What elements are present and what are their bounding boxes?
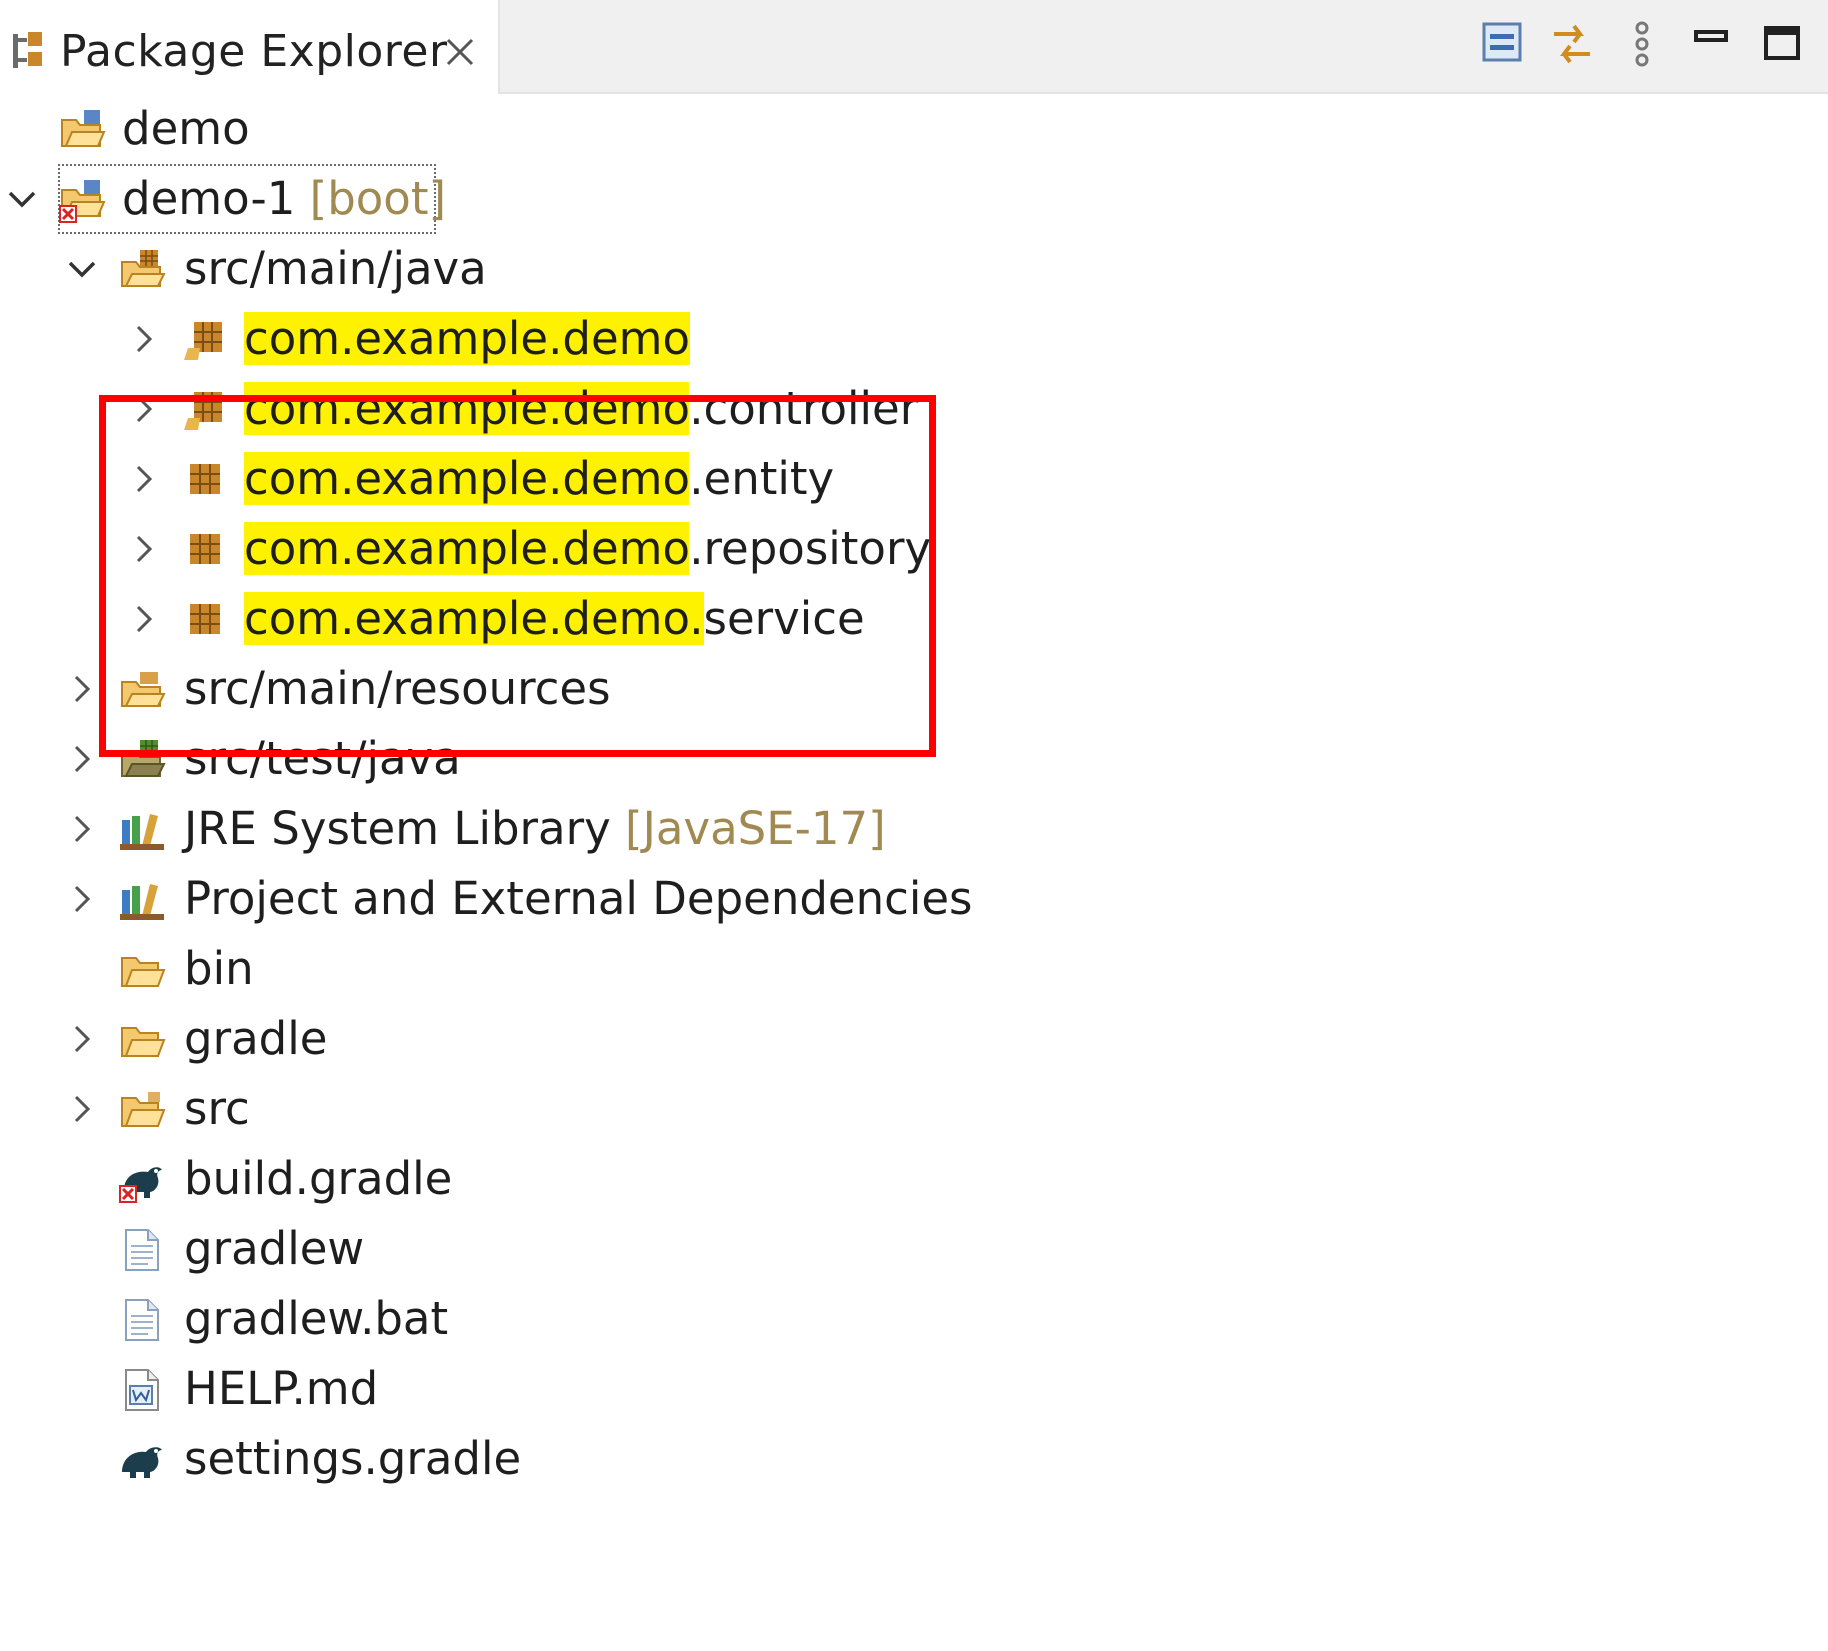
chevron-right-icon[interactable] bbox=[126, 531, 162, 567]
jre-version-decoration: [JavaSE-17] bbox=[625, 802, 886, 855]
package-explorer-tab[interactable]: Package Explorer bbox=[0, 0, 500, 94]
tree-item-help-md[interactable]: HELP.md bbox=[0, 1354, 1828, 1424]
tree-item-src-folder[interactable]: src bbox=[0, 1074, 1828, 1144]
chevron-right-icon[interactable] bbox=[64, 741, 100, 777]
chevron-right-icon[interactable] bbox=[126, 461, 162, 497]
package-icon bbox=[180, 386, 228, 434]
tree-item-gradlew-bat[interactable]: gradlew.bat bbox=[0, 1284, 1828, 1354]
search-match-highlight: com.example.demo bbox=[244, 452, 690, 505]
package-icon bbox=[180, 316, 228, 364]
chevron-right-icon[interactable] bbox=[126, 391, 162, 427]
tree-item-gradle-folder[interactable]: gradle bbox=[0, 1004, 1828, 1074]
tree-item-label: HELP.md bbox=[184, 1362, 379, 1415]
markdown-file-icon bbox=[118, 1366, 166, 1414]
tree-item-label: settings.gradle bbox=[184, 1432, 522, 1485]
tree-item-label: com.example.demo bbox=[244, 308, 691, 370]
tree-item-label: demo-1 [boot] bbox=[122, 172, 447, 225]
tree-item-build-gradle[interactable]: build.gradle bbox=[0, 1144, 1828, 1214]
folder-icon bbox=[118, 946, 166, 994]
tree-item-label: gradle bbox=[184, 1012, 328, 1065]
view-title: Package Explorer bbox=[60, 26, 448, 77]
tree-item-settings-gradle[interactable]: settings.gradle bbox=[0, 1424, 1828, 1494]
package-tree: demo demo-1 [boot] src/main/java com.exa… bbox=[0, 94, 1828, 1651]
java-project-icon bbox=[58, 106, 106, 154]
gradle-file-error-icon bbox=[118, 1156, 166, 1204]
search-match-highlight: com.example.demo bbox=[244, 312, 691, 365]
chevron-down-icon[interactable] bbox=[4, 181, 40, 217]
tree-item-label: Project and External Dependencies bbox=[184, 872, 973, 925]
link-with-editor-icon[interactable] bbox=[1546, 18, 1598, 70]
package-icon bbox=[180, 526, 228, 574]
tree-item-label: com.example.demo.service bbox=[244, 592, 865, 645]
tree-item-package[interactable]: com.example.demo.controller bbox=[0, 374, 1828, 444]
tree-item-label: bin bbox=[184, 942, 254, 995]
tree-item-demo[interactable]: demo bbox=[0, 94, 1828, 164]
chevron-right-icon[interactable] bbox=[64, 1091, 100, 1127]
close-icon[interactable] bbox=[444, 36, 476, 68]
tree-item-label: src/main/resources bbox=[184, 662, 611, 715]
minimize-icon[interactable] bbox=[1686, 18, 1738, 70]
tree-item-jre-system-library[interactable]: JRE System Library [JavaSE-17] bbox=[0, 794, 1828, 864]
tree-item-label: com.example.demo.controller bbox=[244, 382, 919, 435]
search-match-highlight: com.example.demo. bbox=[244, 592, 704, 645]
source-folder-icon bbox=[118, 246, 166, 294]
tree-item-gradlew[interactable]: gradlew bbox=[0, 1214, 1828, 1284]
library-icon bbox=[118, 876, 166, 924]
package-icon bbox=[180, 456, 228, 504]
folder-icon bbox=[118, 1016, 166, 1064]
chevron-right-icon[interactable] bbox=[64, 671, 100, 707]
tree-item-label: gradlew bbox=[184, 1222, 365, 1275]
spring-boot-project-error-icon bbox=[58, 176, 106, 224]
resource-folder-icon bbox=[118, 666, 166, 714]
text-file-icon bbox=[118, 1296, 166, 1344]
gradle-file-icon bbox=[118, 1436, 166, 1484]
test-source-folder-icon bbox=[118, 736, 166, 784]
tree-item-src-main-java[interactable]: src/main/java bbox=[0, 234, 1828, 304]
search-match-highlight: com.example.demo bbox=[244, 382, 690, 435]
tree-item-label: demo bbox=[122, 102, 250, 155]
tree-item-package[interactable]: com.example.demo.service bbox=[0, 584, 1828, 654]
chevron-right-icon[interactable] bbox=[64, 811, 100, 847]
tree-item-package[interactable]: com.example.demo.entity bbox=[0, 444, 1828, 514]
tree-item-demo-1[interactable]: demo-1 [boot] bbox=[0, 164, 1828, 234]
tree-item-label: build.gradle bbox=[184, 1152, 453, 1205]
tree-item-label: com.example.demo.repository bbox=[244, 522, 932, 575]
tree-item-label: src/test/java bbox=[184, 732, 461, 785]
tree-item-label: src bbox=[184, 1082, 250, 1135]
tree-item-dependencies[interactable]: Project and External Dependencies bbox=[0, 864, 1828, 934]
package-icon bbox=[180, 596, 228, 644]
view-menu-icon[interactable] bbox=[1616, 18, 1668, 70]
tree-item-label: gradlew.bat bbox=[184, 1292, 449, 1345]
boot-decoration: [boot] bbox=[309, 172, 447, 225]
tree-item-package[interactable]: com.example.demo bbox=[0, 304, 1828, 374]
text-file-icon bbox=[118, 1226, 166, 1274]
tree-item-label: JRE System Library [JavaSE-17] bbox=[184, 802, 886, 855]
chevron-right-icon[interactable] bbox=[64, 881, 100, 917]
package-explorer-icon bbox=[10, 30, 46, 72]
view-toolbar: Package Explorer bbox=[0, 0, 1828, 94]
tree-item-src-main-resources[interactable]: src/main/resources bbox=[0, 654, 1828, 724]
chevron-right-icon[interactable] bbox=[64, 1021, 100, 1057]
chevron-right-icon[interactable] bbox=[126, 601, 162, 637]
tree-item-src-test-java[interactable]: src/test/java bbox=[0, 724, 1828, 794]
chevron-down-icon[interactable] bbox=[64, 251, 100, 287]
tree-item-bin[interactable]: bin bbox=[0, 934, 1828, 1004]
collapse-all-icon[interactable] bbox=[1478, 18, 1530, 70]
folder-icon bbox=[118, 1086, 166, 1134]
tree-item-package[interactable]: com.example.demo.repository bbox=[0, 514, 1828, 584]
library-icon bbox=[118, 806, 166, 854]
tree-item-label: src/main/java bbox=[184, 242, 487, 295]
tree-item-label: com.example.demo.entity bbox=[244, 452, 835, 505]
search-match-highlight: com.example.demo bbox=[244, 522, 690, 575]
maximize-icon[interactable] bbox=[1758, 18, 1810, 70]
chevron-right-icon[interactable] bbox=[126, 321, 162, 357]
